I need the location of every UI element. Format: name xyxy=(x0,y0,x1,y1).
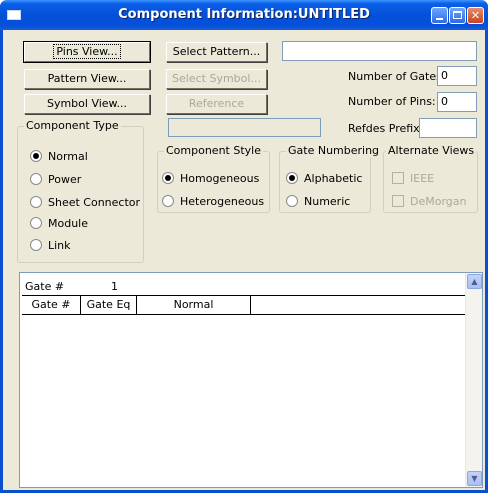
gate-number-label: Gate # xyxy=(25,280,65,293)
checkbox-icon xyxy=(392,172,404,184)
refdes-prefix-label: Refdes Prefix: xyxy=(348,122,424,135)
style-heterogeneous-radio[interactable]: Heterogeneous xyxy=(162,195,264,209)
gate-panel: Gate # 1 Gate # Gate Eq Normal ▲ ▼ xyxy=(19,272,483,488)
refdes-prefix-field[interactable] xyxy=(419,118,477,138)
symbol-view-button[interactable]: Symbol View... xyxy=(24,94,150,114)
style-homogeneous-label: Homogeneous xyxy=(180,172,260,185)
number-of-gates-field[interactable]: 0 xyxy=(437,66,477,86)
radio-icon xyxy=(286,195,298,207)
gate-header: Gate # 1 xyxy=(20,273,466,293)
title-bar[interactable]: Component Information:UNTITLED ✕ xyxy=(0,0,488,30)
radio-icon xyxy=(30,196,42,208)
radio-selected-icon xyxy=(286,172,298,184)
radio-icon xyxy=(162,195,174,207)
symbol-view-label: Symbol View... xyxy=(46,97,128,110)
type-normal-radio[interactable]: Normal xyxy=(30,150,88,164)
numbering-alphabetic-radio[interactable]: Alphabetic xyxy=(286,172,362,186)
component-info-window: Component Information:UNTITLED ✕ Pins Vi… xyxy=(0,0,488,493)
radio-icon xyxy=(30,239,42,251)
alternate-views-group: Alternate Views IEEE DeMorgan xyxy=(383,144,478,213)
scroll-up-button[interactable]: ▲ xyxy=(467,274,482,289)
view-ieee-label: IEEE xyxy=(410,172,435,185)
vertical-scrollbar[interactable]: ▲ ▼ xyxy=(465,273,482,487)
view-demorgan-label: DeMorgan xyxy=(410,195,467,208)
column-header-empty[interactable] xyxy=(251,296,466,314)
type-module-radio[interactable]: Module xyxy=(30,217,88,231)
reference-button[interactable]: Reference xyxy=(166,94,267,114)
checkbox-icon xyxy=(392,195,404,207)
type-module-label: Module xyxy=(48,217,88,230)
pattern-view-label: Pattern View... xyxy=(47,72,127,85)
close-button[interactable]: ✕ xyxy=(467,7,484,24)
scroll-down-button[interactable]: ▼ xyxy=(467,471,482,486)
number-of-pins-field[interactable]: 0 xyxy=(437,92,477,112)
number-of-pins-label: Number of Pins: xyxy=(348,95,436,108)
view-ieee-checkbox[interactable]: IEEE xyxy=(392,172,434,186)
column-header-gate-eq[interactable]: Gate Eq xyxy=(81,296,137,314)
alternate-views-legend: Alternate Views xyxy=(386,144,477,157)
component-style-group: Component Style Homogeneous Heterogeneou… xyxy=(157,144,270,213)
gate-number-value: 1 xyxy=(111,280,118,293)
type-normal-label: Normal xyxy=(48,150,88,163)
minimize-button[interactable] xyxy=(431,7,448,24)
type-power-radio[interactable]: Power xyxy=(30,173,81,187)
pattern-view-button[interactable]: Pattern View... xyxy=(24,69,150,89)
component-type-legend: Component Type xyxy=(24,119,121,132)
style-homogeneous-radio[interactable]: Homogeneous xyxy=(162,172,259,186)
maximize-button[interactable] xyxy=(449,7,466,24)
gate-numbering-legend: Gate Numbering xyxy=(286,144,382,157)
radio-icon xyxy=(30,217,42,229)
window-title: Component Information:UNTITLED xyxy=(118,7,370,22)
maximize-icon xyxy=(453,11,462,19)
radio-selected-icon xyxy=(30,150,42,162)
reference-name-field[interactable] xyxy=(168,118,321,137)
top-right-input[interactable] xyxy=(282,41,477,61)
type-link-label: Link xyxy=(48,239,71,252)
radio-icon xyxy=(30,173,42,185)
column-header-gate[interactable]: Gate # xyxy=(22,296,81,314)
number-of-gates-label: Number of Gates: xyxy=(348,70,446,83)
close-icon: ✕ xyxy=(470,9,481,22)
numbering-numeric-label: Numeric xyxy=(304,195,351,208)
select-symbol-button[interactable]: Select Symbol... xyxy=(166,69,267,89)
column-header-normal[interactable]: Normal xyxy=(137,296,251,314)
reference-label: Reference xyxy=(188,97,245,110)
type-sheet-connector-radio[interactable]: Sheet Connector xyxy=(30,196,140,210)
style-heterogeneous-label: Heterogeneous xyxy=(180,195,265,208)
type-link-radio[interactable]: Link xyxy=(30,239,71,253)
gate-numbering-group: Gate Numbering Alphabetic Numeric xyxy=(279,144,382,213)
type-sheet-connector-label: Sheet Connector xyxy=(48,196,141,209)
pins-view-label: Pins View... xyxy=(53,44,121,59)
component-type-group: Component Type Normal Power Sheet Connec… xyxy=(17,119,144,263)
numbering-alphabetic-label: Alphabetic xyxy=(304,172,363,185)
pins-view-button[interactable]: Pins View... xyxy=(23,41,151,63)
radio-selected-icon xyxy=(162,172,174,184)
numbering-numeric-radio[interactable]: Numeric xyxy=(286,195,350,209)
gate-table-header: Gate # Gate Eq Normal xyxy=(22,295,466,315)
select-symbol-label: Select Symbol... xyxy=(172,72,261,85)
select-pattern-button[interactable]: Select Pattern... xyxy=(166,42,267,62)
component-style-legend: Component Style xyxy=(164,144,263,157)
type-power-label: Power xyxy=(48,173,82,186)
select-pattern-label: Select Pattern... xyxy=(172,45,261,58)
minimize-icon xyxy=(436,18,443,20)
view-demorgan-checkbox[interactable]: DeMorgan xyxy=(392,195,466,209)
